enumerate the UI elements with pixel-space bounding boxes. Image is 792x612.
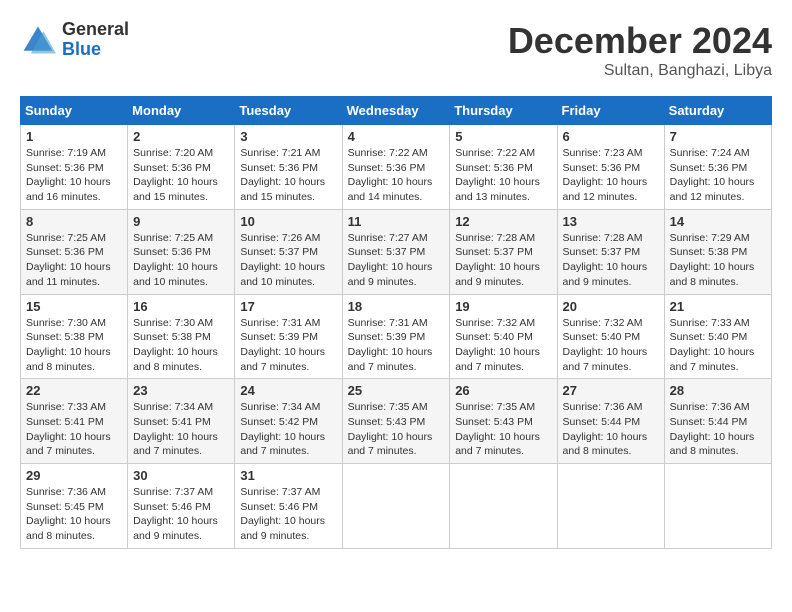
logo-general-text: General: [62, 20, 129, 40]
table-row: 28 Sunrise: 7:36 AMSunset: 5:44 PMDaylig…: [664, 379, 771, 464]
table-row: 24 Sunrise: 7:34 AMSunset: 5:42 PMDaylig…: [235, 379, 342, 464]
month-title: December 2024: [508, 20, 772, 62]
table-row: 12 Sunrise: 7:28 AMSunset: 5:37 PMDaylig…: [450, 209, 557, 294]
table-row: 2 Sunrise: 7:20 AMSunset: 5:36 PMDayligh…: [128, 125, 235, 210]
table-row: 20 Sunrise: 7:32 AMSunset: 5:40 PMDaylig…: [557, 294, 664, 379]
empty-cell: [450, 464, 557, 549]
table-row: 25 Sunrise: 7:35 AMSunset: 5:43 PMDaylig…: [342, 379, 450, 464]
table-row: 1 Sunrise: 7:19 AMSunset: 5:36 PMDayligh…: [21, 125, 128, 210]
calendar-week-row: 8 Sunrise: 7:25 AMSunset: 5:36 PMDayligh…: [21, 209, 772, 294]
table-row: 6 Sunrise: 7:23 AMSunset: 5:36 PMDayligh…: [557, 125, 664, 210]
table-row: 9 Sunrise: 7:25 AMSunset: 5:36 PMDayligh…: [128, 209, 235, 294]
logo-text: General Blue: [62, 20, 129, 60]
table-row: 26 Sunrise: 7:35 AMSunset: 5:43 PMDaylig…: [450, 379, 557, 464]
table-row: 29 Sunrise: 7:36 AMSunset: 5:45 PMDaylig…: [21, 464, 128, 549]
table-row: 18 Sunrise: 7:31 AMSunset: 5:39 PMDaylig…: [342, 294, 450, 379]
table-row: 7 Sunrise: 7:24 AMSunset: 5:36 PMDayligh…: [664, 125, 771, 210]
table-row: 14 Sunrise: 7:29 AMSunset: 5:38 PMDaylig…: [664, 209, 771, 294]
calendar-week-row: 22 Sunrise: 7:33 AMSunset: 5:41 PMDaylig…: [21, 379, 772, 464]
logo-icon: [20, 22, 56, 58]
table-row: 8 Sunrise: 7:25 AMSunset: 5:36 PMDayligh…: [21, 209, 128, 294]
table-row: 11 Sunrise: 7:27 AMSunset: 5:37 PMDaylig…: [342, 209, 450, 294]
empty-cell: [342, 464, 450, 549]
calendar-week-row: 1 Sunrise: 7:19 AMSunset: 5:36 PMDayligh…: [21, 125, 772, 210]
calendar-table: Sunday Monday Tuesday Wednesday Thursday…: [20, 96, 772, 549]
table-row: 3 Sunrise: 7:21 AMSunset: 5:36 PMDayligh…: [235, 125, 342, 210]
table-row: 27 Sunrise: 7:36 AMSunset: 5:44 PMDaylig…: [557, 379, 664, 464]
table-row: 30 Sunrise: 7:37 AMSunset: 5:46 PMDaylig…: [128, 464, 235, 549]
page-header: General Blue December 2024 Sultan, Bangh…: [20, 20, 772, 80]
empty-cell: [664, 464, 771, 549]
table-row: 13 Sunrise: 7:28 AMSunset: 5:37 PMDaylig…: [557, 209, 664, 294]
table-row: 4 Sunrise: 7:22 AMSunset: 5:36 PMDayligh…: [342, 125, 450, 210]
table-row: 21 Sunrise: 7:33 AMSunset: 5:40 PMDaylig…: [664, 294, 771, 379]
table-row: 10 Sunrise: 7:26 AMSunset: 5:37 PMDaylig…: [235, 209, 342, 294]
location-subtitle: Sultan, Banghazi, Libya: [508, 62, 772, 80]
table-row: 22 Sunrise: 7:33 AMSunset: 5:41 PMDaylig…: [21, 379, 128, 464]
logo: General Blue: [20, 20, 129, 60]
col-tuesday: Tuesday: [235, 97, 342, 125]
table-row: 31 Sunrise: 7:37 AMSunset: 5:46 PMDaylig…: [235, 464, 342, 549]
calendar-header-row: Sunday Monday Tuesday Wednesday Thursday…: [21, 97, 772, 125]
table-row: 23 Sunrise: 7:34 AMSunset: 5:41 PMDaylig…: [128, 379, 235, 464]
table-row: 17 Sunrise: 7:31 AMSunset: 5:39 PMDaylig…: [235, 294, 342, 379]
col-saturday: Saturday: [664, 97, 771, 125]
calendar-week-row: 15 Sunrise: 7:30 AMSunset: 5:38 PMDaylig…: [21, 294, 772, 379]
col-wednesday: Wednesday: [342, 97, 450, 125]
logo-blue-text: Blue: [62, 40, 129, 60]
title-block: December 2024 Sultan, Banghazi, Libya: [508, 20, 772, 80]
col-monday: Monday: [128, 97, 235, 125]
col-sunday: Sunday: [21, 97, 128, 125]
empty-cell: [557, 464, 664, 549]
table-row: 19 Sunrise: 7:32 AMSunset: 5:40 PMDaylig…: [450, 294, 557, 379]
table-row: 15 Sunrise: 7:30 AMSunset: 5:38 PMDaylig…: [21, 294, 128, 379]
table-row: 5 Sunrise: 7:22 AMSunset: 5:36 PMDayligh…: [450, 125, 557, 210]
table-row: 16 Sunrise: 7:30 AMSunset: 5:38 PMDaylig…: [128, 294, 235, 379]
col-friday: Friday: [557, 97, 664, 125]
calendar-week-row: 29 Sunrise: 7:36 AMSunset: 5:45 PMDaylig…: [21, 464, 772, 549]
col-thursday: Thursday: [450, 97, 557, 125]
